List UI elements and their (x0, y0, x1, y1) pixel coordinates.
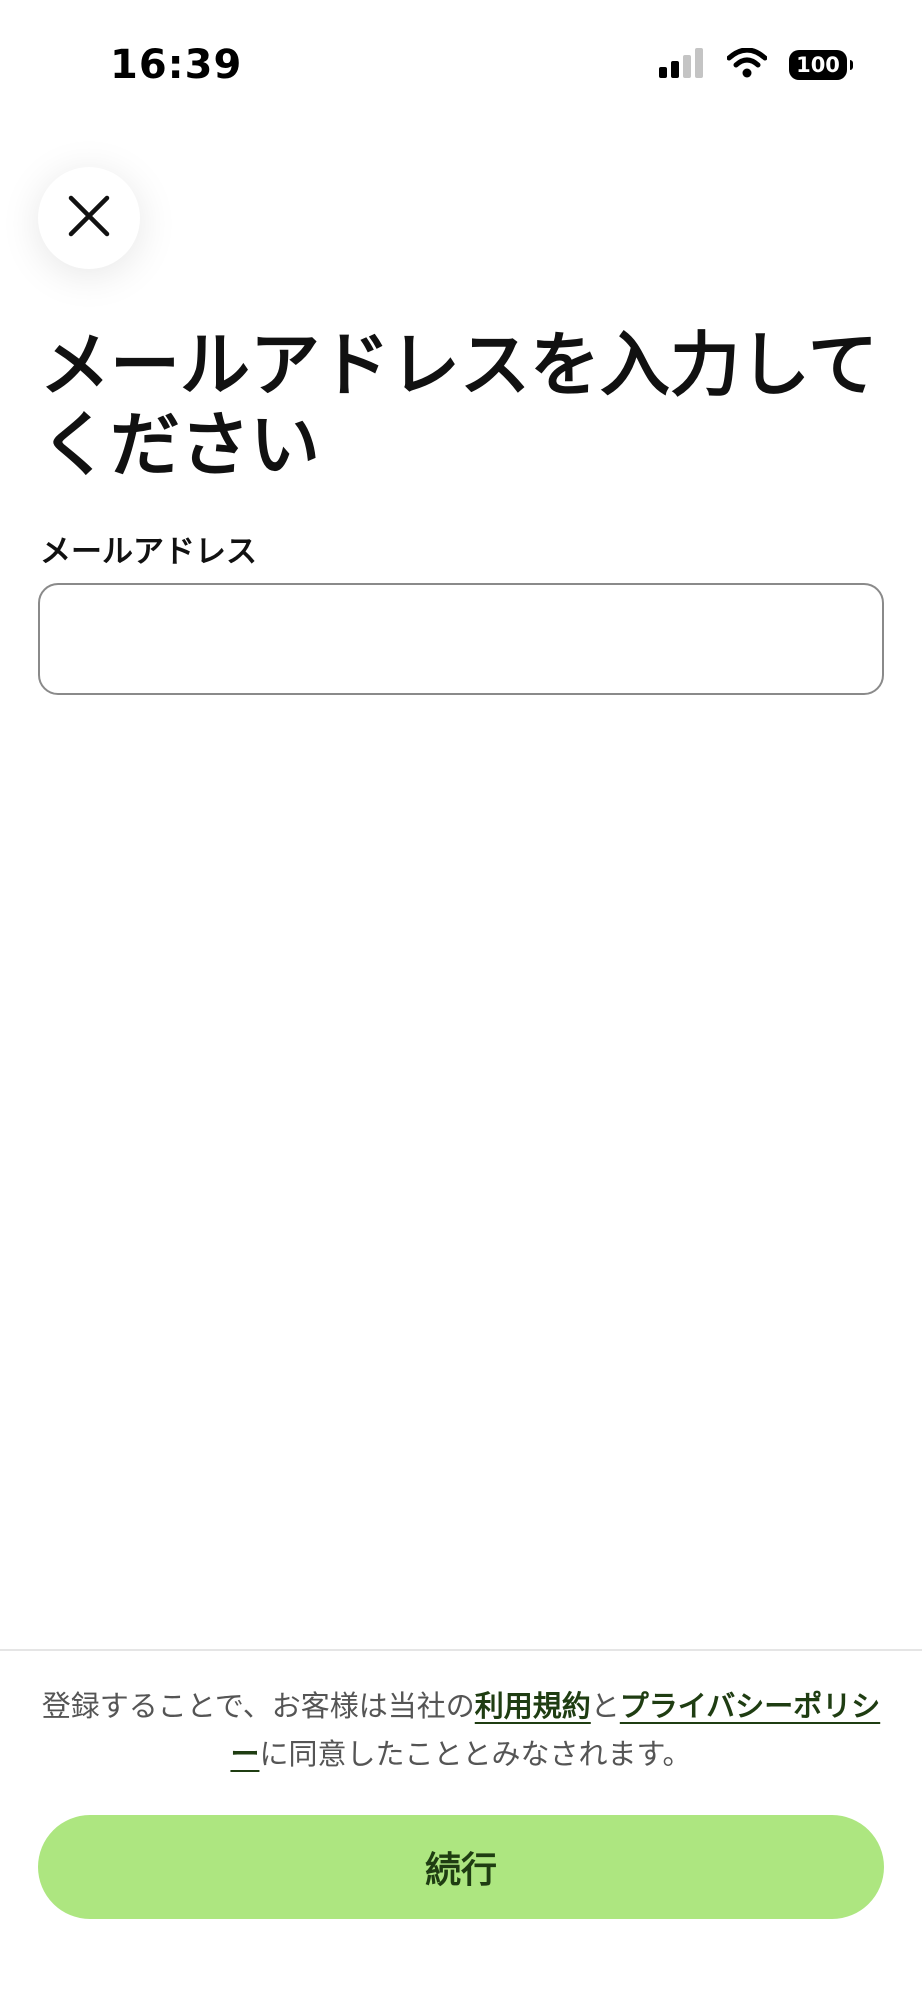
continue-button[interactable]: 続行 (38, 1815, 884, 1919)
terms-text-after: に同意したこととみなされます。 (259, 1737, 692, 1771)
bottom-divider (0, 1649, 922, 1651)
terms-text-middle: と (590, 1689, 620, 1723)
page-title: メールアドレスを入力してください (40, 324, 878, 486)
email-field[interactable] (38, 583, 884, 695)
status-time: 16:39 (110, 42, 243, 88)
terms-of-service-link[interactable]: 利用規約 (475, 1689, 591, 1723)
status-icons: 100 (659, 47, 853, 82)
terms-notice: 登録することで、お客様は当社の利用規約とプライバシーポリシーに同意したこととみな… (36, 1682, 886, 1778)
email-field-label: メールアドレス (40, 534, 257, 570)
cellular-signal-icon (659, 48, 705, 82)
close-button[interactable] (38, 167, 140, 269)
close-icon (67, 194, 111, 242)
wifi-icon (726, 47, 768, 82)
terms-text-before: 登録することで、お客様は当社の (41, 1689, 475, 1723)
battery-level: 100 (796, 53, 840, 77)
status-bar: 16:39 100 (0, 0, 922, 140)
battery-icon: 100 (789, 50, 853, 80)
